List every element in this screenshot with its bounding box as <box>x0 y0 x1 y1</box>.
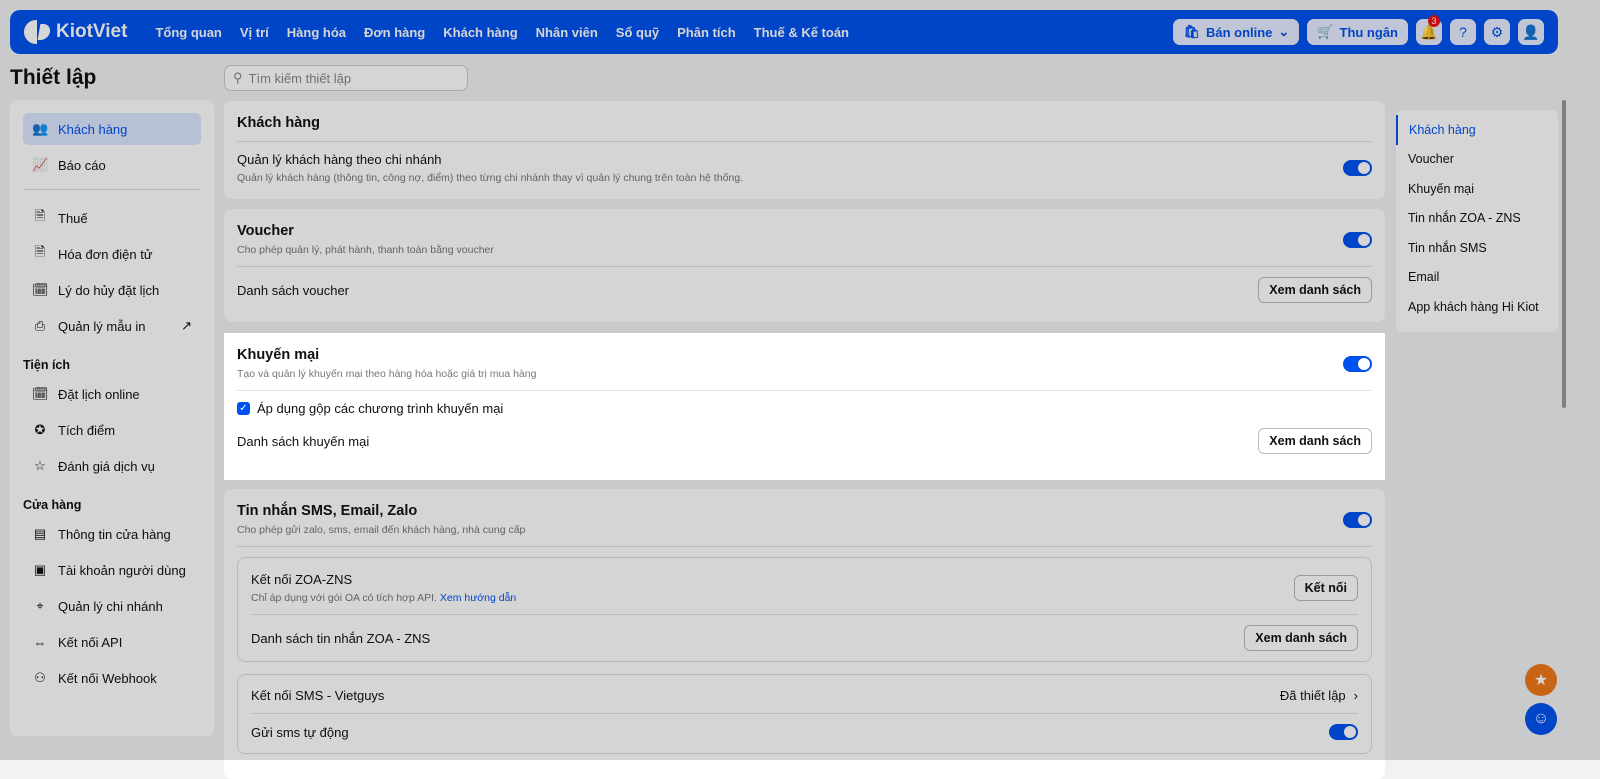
card-khuyen-mai: Khuyến mại Tạo và quản lý khuyến mại theo… <box>224 333 1385 480</box>
promo-list-label: Danh sách khuyến mại <box>237 433 370 449</box>
promo-toggle[interactable] <box>1343 355 1372 372</box>
merge-promo-label: Áp dụng gộp các chương trình khuyến mại <box>257 401 504 416</box>
merge-promo-checkbox[interactable]: ✓ <box>237 402 250 415</box>
card-desc: Tạo và quản lý khuyến mại theo hàng hóa … <box>237 368 537 380</box>
promo-list-button[interactable]: Xem danh sách <box>1258 428 1372 454</box>
card-title: Khuyến mại <box>237 347 320 363</box>
